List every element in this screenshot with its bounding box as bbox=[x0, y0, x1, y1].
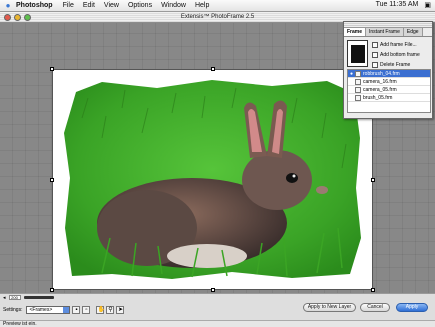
menu-options[interactable]: Options bbox=[128, 2, 152, 9]
frame-thumb-icon bbox=[355, 86, 361, 93]
palette-tabs: Frame Instant Frame Edge bbox=[344, 28, 432, 37]
delete-frame-label: Delete Frame bbox=[380, 61, 411, 68]
resize-handle-sw[interactable] bbox=[50, 288, 54, 292]
tab-frame[interactable]: Frame bbox=[344, 28, 367, 36]
zoom-tool-icon[interactable]: ⚲ bbox=[106, 306, 115, 314]
resize-handle-e[interactable] bbox=[371, 178, 375, 182]
menu-bar: ● Photoshop File Edit View Options Windo… bbox=[0, 0, 435, 12]
zoom-level[interactable]: 200 bbox=[8, 295, 21, 300]
cancel-button[interactable]: Cancel bbox=[360, 303, 390, 312]
bottom-toolbar: ◂ 200 Settings: <Frames> ▪ ▫ ✋ ⚲ ➤ Apply… bbox=[0, 293, 435, 327]
window-title: Extensis™ PhotoFrame 2.5 bbox=[180, 14, 255, 20]
delete-settings-icon[interactable]: ▫ bbox=[82, 306, 91, 314]
apple-menu-icon[interactable]: ● bbox=[0, 1, 16, 10]
frame-name: camera_05.frm bbox=[363, 86, 397, 93]
document-preview[interactable] bbox=[50, 67, 375, 292]
trash-icon bbox=[372, 61, 378, 68]
resize-handle-n[interactable] bbox=[211, 67, 215, 71]
frame-thumb-icon bbox=[355, 94, 361, 101]
close-window-icon[interactable] bbox=[4, 14, 11, 21]
resize-handle-nw[interactable] bbox=[50, 67, 54, 71]
frame-thumbnail bbox=[347, 40, 368, 67]
menubar-clock: Tue 11:35 AM bbox=[375, 1, 419, 8]
menu-edit[interactable]: Edit bbox=[83, 2, 95, 9]
add-frame-icon bbox=[372, 51, 378, 58]
zoom-out-icon[interactable]: ◂ bbox=[3, 295, 6, 301]
add-bottom-frame-button[interactable]: Add bottom frame bbox=[372, 50, 430, 59]
delete-frame-button[interactable]: Delete Frame bbox=[372, 60, 430, 69]
hand-tool-icon[interactable]: ✋ bbox=[96, 306, 105, 314]
resize-handle-se[interactable] bbox=[371, 288, 375, 292]
minimize-window-icon[interactable] bbox=[14, 14, 21, 21]
zoom-slider[interactable] bbox=[23, 296, 54, 299]
eye-icon[interactable]: ● bbox=[348, 71, 355, 77]
app-switcher-icon[interactable]: ▣ bbox=[424, 1, 431, 9]
menu-window[interactable]: Window bbox=[161, 2, 186, 9]
menu-help[interactable]: Help bbox=[195, 2, 209, 9]
window-controls bbox=[4, 14, 31, 21]
frame-name: brush_05.frm bbox=[363, 94, 393, 101]
arrow-tool-icon[interactable]: ➤ bbox=[116, 306, 125, 314]
save-settings-icon[interactable]: ▪ bbox=[72, 306, 81, 314]
settings-label: Settings: bbox=[3, 307, 23, 313]
frame-list: ● robbrush_04.frm camera_16.frm camera_0… bbox=[347, 69, 431, 113]
menu-view[interactable]: View bbox=[104, 2, 119, 9]
apply-button[interactable]: Apply bbox=[396, 303, 428, 312]
settings-select[interactable]: <Frames> bbox=[26, 306, 71, 314]
frame-thumb-icon bbox=[355, 78, 361, 85]
list-item[interactable]: camera_16.frm bbox=[348, 78, 430, 86]
list-item[interactable]: brush_05.frm bbox=[348, 94, 430, 102]
list-item[interactable]: ● robbrush_04.frm bbox=[348, 70, 430, 78]
add-bottom-frame-label: Add bottom frame bbox=[380, 51, 420, 58]
resize-handle-w[interactable] bbox=[50, 178, 54, 182]
add-frame-file-label: Add frame File... bbox=[380, 41, 417, 48]
frame-thumb-icon bbox=[355, 70, 361, 77]
tab-edge[interactable]: Edge bbox=[403, 28, 423, 36]
zoom-window-icon[interactable] bbox=[24, 14, 31, 21]
tab-instant-frame[interactable]: Instant Frame bbox=[366, 28, 404, 36]
app-menu[interactable]: Photoshop bbox=[16, 2, 53, 9]
menu-file[interactable]: File bbox=[63, 2, 74, 9]
rabbit-photo bbox=[62, 78, 363, 281]
add-file-icon bbox=[372, 41, 378, 48]
frame-palette: Frame Instant Frame Edge Add frame File.… bbox=[343, 21, 433, 119]
apply-to-new-layer-button[interactable]: Apply to New Layer bbox=[303, 303, 356, 312]
status-text: Preview ist ein. bbox=[3, 321, 37, 327]
frame-name: robbrush_04.frm bbox=[363, 70, 400, 77]
add-frame-file-button[interactable]: Add frame File... bbox=[372, 40, 430, 49]
resize-handle-s[interactable] bbox=[211, 288, 215, 292]
frame-name: camera_16.frm bbox=[363, 78, 397, 85]
list-item[interactable]: camera_05.frm bbox=[348, 86, 430, 94]
zoom-controls: ◂ 200 bbox=[0, 294, 435, 301]
